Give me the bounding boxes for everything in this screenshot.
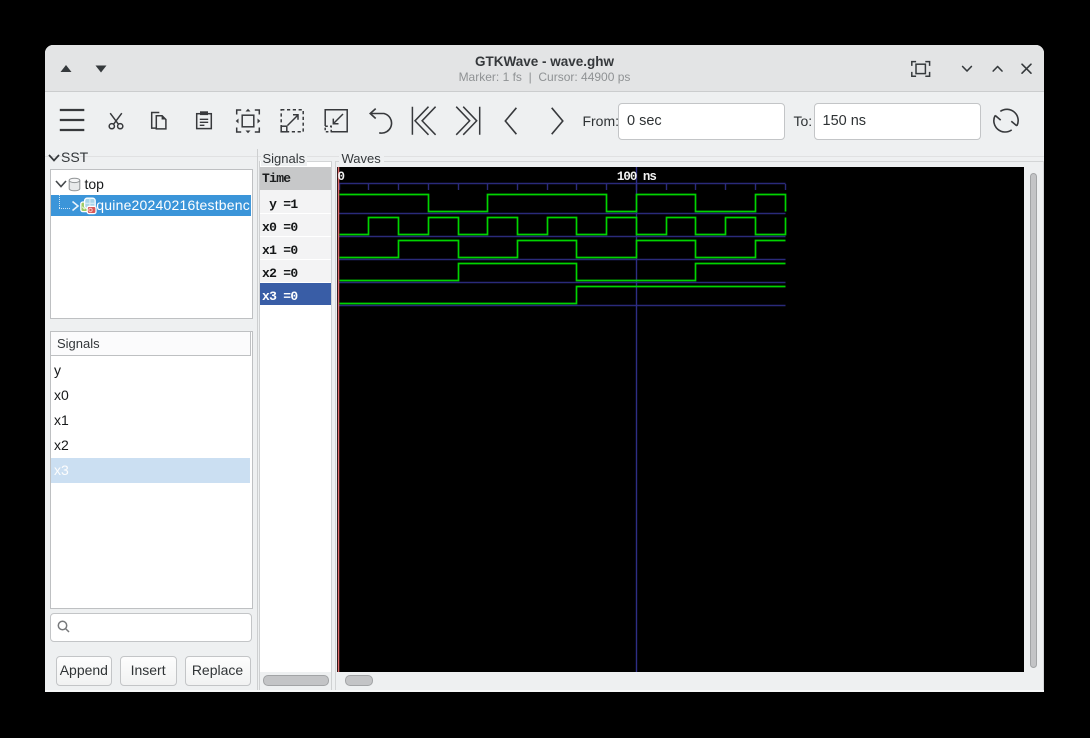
svg-text:100 ns: 100 ns xyxy=(617,170,657,184)
svg-text:0: 0 xyxy=(338,170,346,184)
